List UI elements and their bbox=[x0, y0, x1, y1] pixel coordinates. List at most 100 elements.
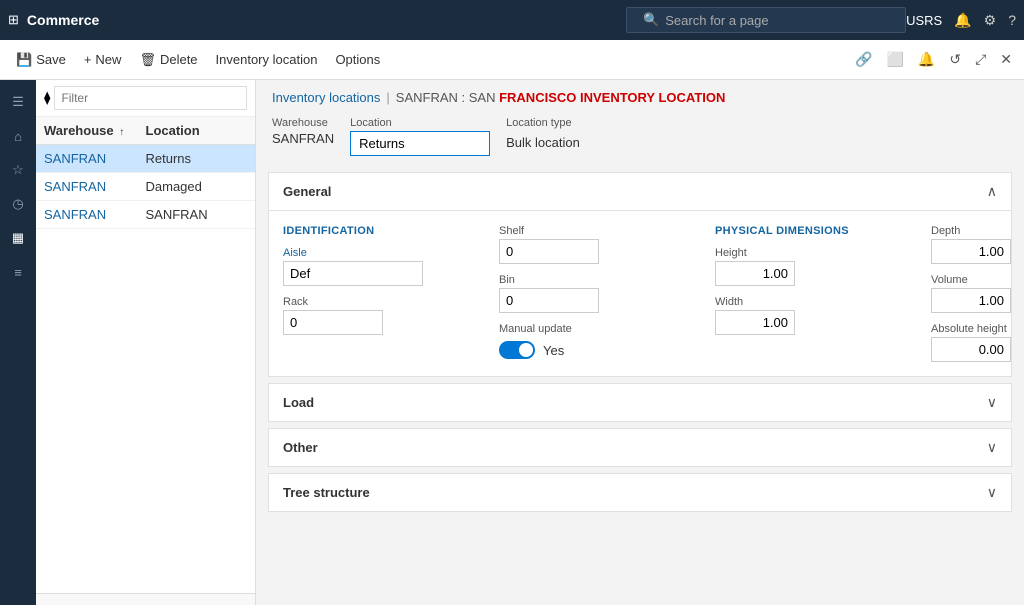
location-label: Location bbox=[350, 117, 490, 129]
location-input[interactable] bbox=[350, 131, 490, 156]
expand-icon[interactable]: ⤢ bbox=[971, 47, 990, 72]
width-label: Width bbox=[715, 296, 875, 308]
aisle-input[interactable] bbox=[283, 261, 423, 286]
grid-icon[interactable]: ⊞ bbox=[8, 12, 19, 28]
general-grid: IDENTIFICATION Aisle Rack bbox=[283, 225, 997, 362]
top-bar-right: USRS 🔔 ⚙ ? bbox=[906, 12, 1016, 29]
bin-field: Bin bbox=[499, 274, 659, 313]
link-icon[interactable]: 🔗 bbox=[851, 47, 876, 72]
section-load-toggle[interactable]: ∨ bbox=[987, 394, 997, 411]
options-button[interactable]: Options bbox=[327, 47, 388, 72]
save-button[interactable]: 💾 Save bbox=[8, 47, 74, 73]
section-tree-header[interactable]: Tree structure ∨ bbox=[269, 474, 1011, 511]
cell-warehouse: SANFRAN bbox=[44, 179, 146, 194]
absolute-height-input[interactable] bbox=[931, 337, 1011, 362]
new-icon: + bbox=[84, 52, 92, 67]
table-row[interactable]: SANFRAN Returns bbox=[36, 145, 255, 173]
bell-icon[interactable]: 🔔 bbox=[954, 12, 971, 29]
new-button[interactable]: + New bbox=[76, 47, 130, 72]
warehouse-label: Warehouse bbox=[272, 117, 334, 129]
bin-input[interactable] bbox=[499, 288, 599, 313]
location-type-value: Bulk location bbox=[506, 131, 580, 154]
section-other-header[interactable]: Other ∨ bbox=[269, 429, 1011, 466]
section-load: Load ∨ bbox=[268, 383, 1012, 422]
filter-input[interactable] bbox=[54, 86, 247, 110]
rack-label: Rack bbox=[283, 296, 443, 308]
aisle-label: Aisle bbox=[283, 247, 443, 259]
sidebar-icon-menu[interactable]: ☰ bbox=[4, 88, 32, 116]
bin-label: Bin bbox=[499, 274, 659, 286]
refresh-icon[interactable]: ↺ bbox=[945, 47, 965, 72]
close-icon[interactable]: ✕ bbox=[996, 47, 1016, 72]
manual-update-toggle[interactable] bbox=[499, 341, 535, 359]
section-tree-structure: Tree structure ∨ bbox=[268, 473, 1012, 512]
form-field-location-type: Location type Bulk location bbox=[506, 117, 580, 156]
depth-input[interactable] bbox=[931, 239, 1011, 264]
cell-warehouse: SANFRAN bbox=[44, 151, 146, 166]
gear-icon[interactable]: ⚙ bbox=[984, 12, 997, 29]
height-input[interactable] bbox=[715, 261, 795, 286]
manual-update-label: Manual update bbox=[499, 323, 659, 335]
col-warehouse-header: Warehouse ↑ bbox=[44, 123, 146, 138]
width-field: Width bbox=[715, 296, 875, 335]
office-icon[interactable]: ⬜ bbox=[882, 47, 907, 72]
toggle-row: Yes bbox=[499, 341, 659, 359]
search-placeholder: Search for a page bbox=[665, 13, 768, 28]
shelf-input[interactable] bbox=[499, 239, 599, 264]
section-load-header[interactable]: Load ∨ bbox=[269, 384, 1011, 421]
absolute-height-field: Absolute height bbox=[931, 323, 1024, 362]
section-general-header[interactable]: General ∧ bbox=[269, 173, 1011, 211]
volume-input[interactable] bbox=[931, 288, 1011, 313]
location-type-label: Location type bbox=[506, 117, 580, 129]
sidebar-icon-table[interactable]: ▦ bbox=[4, 224, 32, 252]
inventory-location-button[interactable]: Inventory location bbox=[208, 47, 326, 72]
cell-location: SANFRAN bbox=[146, 207, 248, 222]
save-label: Save bbox=[36, 52, 66, 67]
height-label: Height bbox=[715, 247, 875, 259]
filter-icon: ⧫ bbox=[44, 90, 50, 106]
volume-label: Volume bbox=[931, 274, 1024, 286]
sidebar-icon-star[interactable]: ☆ bbox=[4, 156, 32, 184]
delete-label: Delete bbox=[160, 52, 198, 67]
form-field-warehouse: Warehouse SANFRAN bbox=[272, 117, 334, 156]
identification-label: IDENTIFICATION bbox=[283, 225, 443, 237]
form-fields-row: Warehouse SANFRAN Location Location type… bbox=[256, 111, 1024, 166]
sidebar-icon-home[interactable]: ⌂ bbox=[4, 122, 32, 150]
height-field: Height bbox=[715, 247, 875, 286]
table-rows: SANFRAN Returns SANFRAN Damaged SANFRAN … bbox=[36, 145, 255, 593]
search-icon: 🔍 bbox=[643, 12, 659, 28]
cell-warehouse: SANFRAN bbox=[44, 207, 146, 222]
notification-icon[interactable]: 🔔 bbox=[914, 47, 939, 72]
save-icon: 💾 bbox=[16, 52, 32, 68]
global-search[interactable]: 🔍 Search for a page bbox=[626, 7, 906, 33]
width-input[interactable] bbox=[715, 310, 795, 335]
scrollbar-bottom[interactable] bbox=[36, 593, 255, 605]
shelf-field: Shelf bbox=[499, 225, 659, 264]
sidebar-icon-list[interactable]: ≡ bbox=[4, 258, 32, 286]
filter-bar: ⧫ bbox=[36, 80, 255, 117]
table-row[interactable]: SANFRAN Damaged bbox=[36, 173, 255, 201]
toolbar: 💾 Save + New 🗑 Delete Inventory location… bbox=[0, 40, 1024, 80]
col-location-header: Location bbox=[146, 123, 248, 138]
sort-icon[interactable]: ↑ bbox=[119, 127, 124, 138]
shelf-bin-col: Shelf Bin Manual update Yes bbox=[499, 225, 659, 362]
section-general-toggle[interactable]: ∧ bbox=[987, 183, 997, 200]
user-label: USRS bbox=[906, 13, 942, 28]
help-icon[interactable]: ? bbox=[1008, 12, 1016, 28]
aisle-field: Aisle bbox=[283, 247, 443, 286]
delete-button[interactable]: 🗑 Delete bbox=[131, 47, 205, 73]
section-other-toggle[interactable]: ∨ bbox=[987, 439, 997, 456]
app-title: Commerce bbox=[27, 12, 626, 28]
detail-panel: Inventory locations | SANFRAN : SAN FRAN… bbox=[256, 80, 1024, 605]
physical-dims-col: PHYSICAL DIMENSIONS Height Width bbox=[715, 225, 875, 362]
breadcrumb-link[interactable]: Inventory locations bbox=[272, 90, 380, 105]
section-other-title: Other bbox=[283, 440, 318, 455]
table-row[interactable]: SANFRAN SANFRAN bbox=[36, 201, 255, 229]
left-panel: ⧫ Warehouse ↑ Location SANFRAN Returns S… bbox=[36, 80, 256, 605]
rack-input[interactable] bbox=[283, 310, 383, 335]
breadcrumb: Inventory locations | SANFRAN : SAN FRAN… bbox=[256, 80, 1024, 111]
warehouse-value: SANFRAN bbox=[272, 131, 334, 146]
sidebar-icon-clock[interactable]: ◷ bbox=[4, 190, 32, 218]
cell-location: Damaged bbox=[146, 179, 248, 194]
section-tree-toggle[interactable]: ∨ bbox=[987, 484, 997, 501]
